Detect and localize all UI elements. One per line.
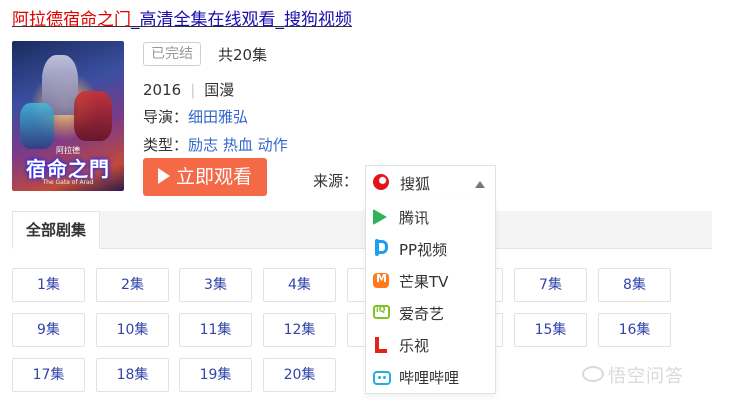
source-option-iqiyi[interactable]: 爱奇艺: [366, 297, 495, 329]
meta-year-region: 2016 | 国漫: [143, 79, 234, 100]
title-suffix: _高清全集在线观看_搜狗视频: [131, 10, 352, 30]
source-option-label: 哔哩哔哩: [399, 369, 460, 387]
meta-director: 导演：细田雅弘: [143, 106, 248, 127]
mango-tv-icon: [373, 272, 389, 288]
episode-button[interactable]: 17集: [12, 358, 85, 392]
iqiyi-icon: [373, 305, 390, 319]
tab-all-episodes[interactable]: 全部剧集: [12, 211, 100, 249]
director-link[interactable]: 细田雅弘: [188, 108, 248, 126]
genre-label: 类型：: [143, 136, 189, 154]
tencent-video-icon: [373, 209, 387, 225]
genre-link[interactable]: 热血: [223, 136, 253, 154]
watch-now-label: 立即观看: [175, 166, 252, 188]
episode-button[interactable]: 4集: [263, 268, 336, 302]
meta-genres: 类型：励志 热血 动作: [143, 134, 288, 155]
divider: |: [190, 81, 196, 99]
poster-character: [74, 91, 112, 141]
episode-button[interactable]: 2集: [96, 268, 169, 302]
episode-button[interactable]: 9集: [12, 313, 85, 347]
source-option-tencent[interactable]: 腾讯: [366, 201, 495, 233]
poster-logo: 宿命之門: [26, 157, 110, 181]
source-select[interactable]: 搜狐: [365, 165, 496, 199]
episode-button[interactable]: 8集: [598, 268, 671, 302]
episode-button[interactable]: 15集: [514, 313, 587, 347]
source-option-label: 芒果TV: [399, 273, 449, 291]
pp-video-icon: [373, 239, 388, 256]
episode-button[interactable]: 11集: [179, 313, 252, 347]
episode-button[interactable]: 1集: [12, 268, 85, 302]
caret-up-icon: [475, 181, 485, 188]
play-icon: [157, 167, 170, 184]
poster-character: [20, 103, 54, 149]
source-option-mango[interactable]: 芒果TV: [366, 265, 495, 297]
watch-now-button[interactable]: 立即观看: [143, 158, 267, 196]
release-year: 2016: [143, 81, 182, 99]
source-option-pp[interactable]: PP视频: [366, 233, 495, 265]
episode-count: 共20集: [218, 46, 268, 64]
watermark-text: 悟空问答: [608, 366, 684, 387]
poster-image[interactable]: 阿拉德 宿命之門 The Gate of Arad: [12, 41, 124, 191]
source-option-letv[interactable]: 乐视: [366, 329, 495, 361]
episode-button[interactable]: 19集: [179, 358, 252, 392]
source-option-label: 乐视: [399, 337, 430, 355]
episode-button[interactable]: 18集: [96, 358, 169, 392]
watermark: 悟空问答: [582, 360, 722, 388]
director-label: 导演：: [143, 108, 189, 126]
sohu-icon: [373, 174, 389, 190]
source-option-label: PP视频: [399, 241, 448, 259]
source-option-bilibili[interactable]: 哔哩哔哩: [366, 361, 495, 393]
poster-logo-sub: The Gate of Arad: [42, 179, 94, 186]
source-dropdown: 腾讯 PP视频 芒果TV 爱奇艺 乐视 哔哩哔哩: [365, 199, 496, 394]
source-label: 来源：: [313, 172, 359, 190]
bilibili-icon: [373, 371, 391, 385]
letv-icon: [373, 337, 387, 353]
episode-tabs-bar: [12, 211, 712, 249]
source-option-label: 腾讯: [399, 209, 430, 227]
title-show-name: 阿拉德宿命之门: [12, 10, 131, 30]
genre-link[interactable]: 励志: [188, 136, 218, 154]
region: 国漫: [204, 81, 235, 99]
episode-button[interactable]: 20集: [263, 358, 336, 392]
video-title-link[interactable]: 阿拉德宿命之门_高清全集在线观看_搜狗视频: [12, 5, 352, 30]
source-option-label: 爱奇艺: [399, 305, 445, 323]
source-selected: 搜狐: [400, 175, 431, 193]
genre-link[interactable]: 动作: [258, 136, 288, 154]
episode-button[interactable]: 10集: [96, 313, 169, 347]
episode-button[interactable]: 3集: [179, 268, 252, 302]
speech-bubble-icon: [582, 366, 604, 382]
episode-button[interactable]: 12集: [263, 313, 336, 347]
episode-button[interactable]: 16集: [598, 313, 671, 347]
episode-button[interactable]: 7集: [514, 268, 587, 302]
status-badge: 已完结: [143, 42, 201, 66]
